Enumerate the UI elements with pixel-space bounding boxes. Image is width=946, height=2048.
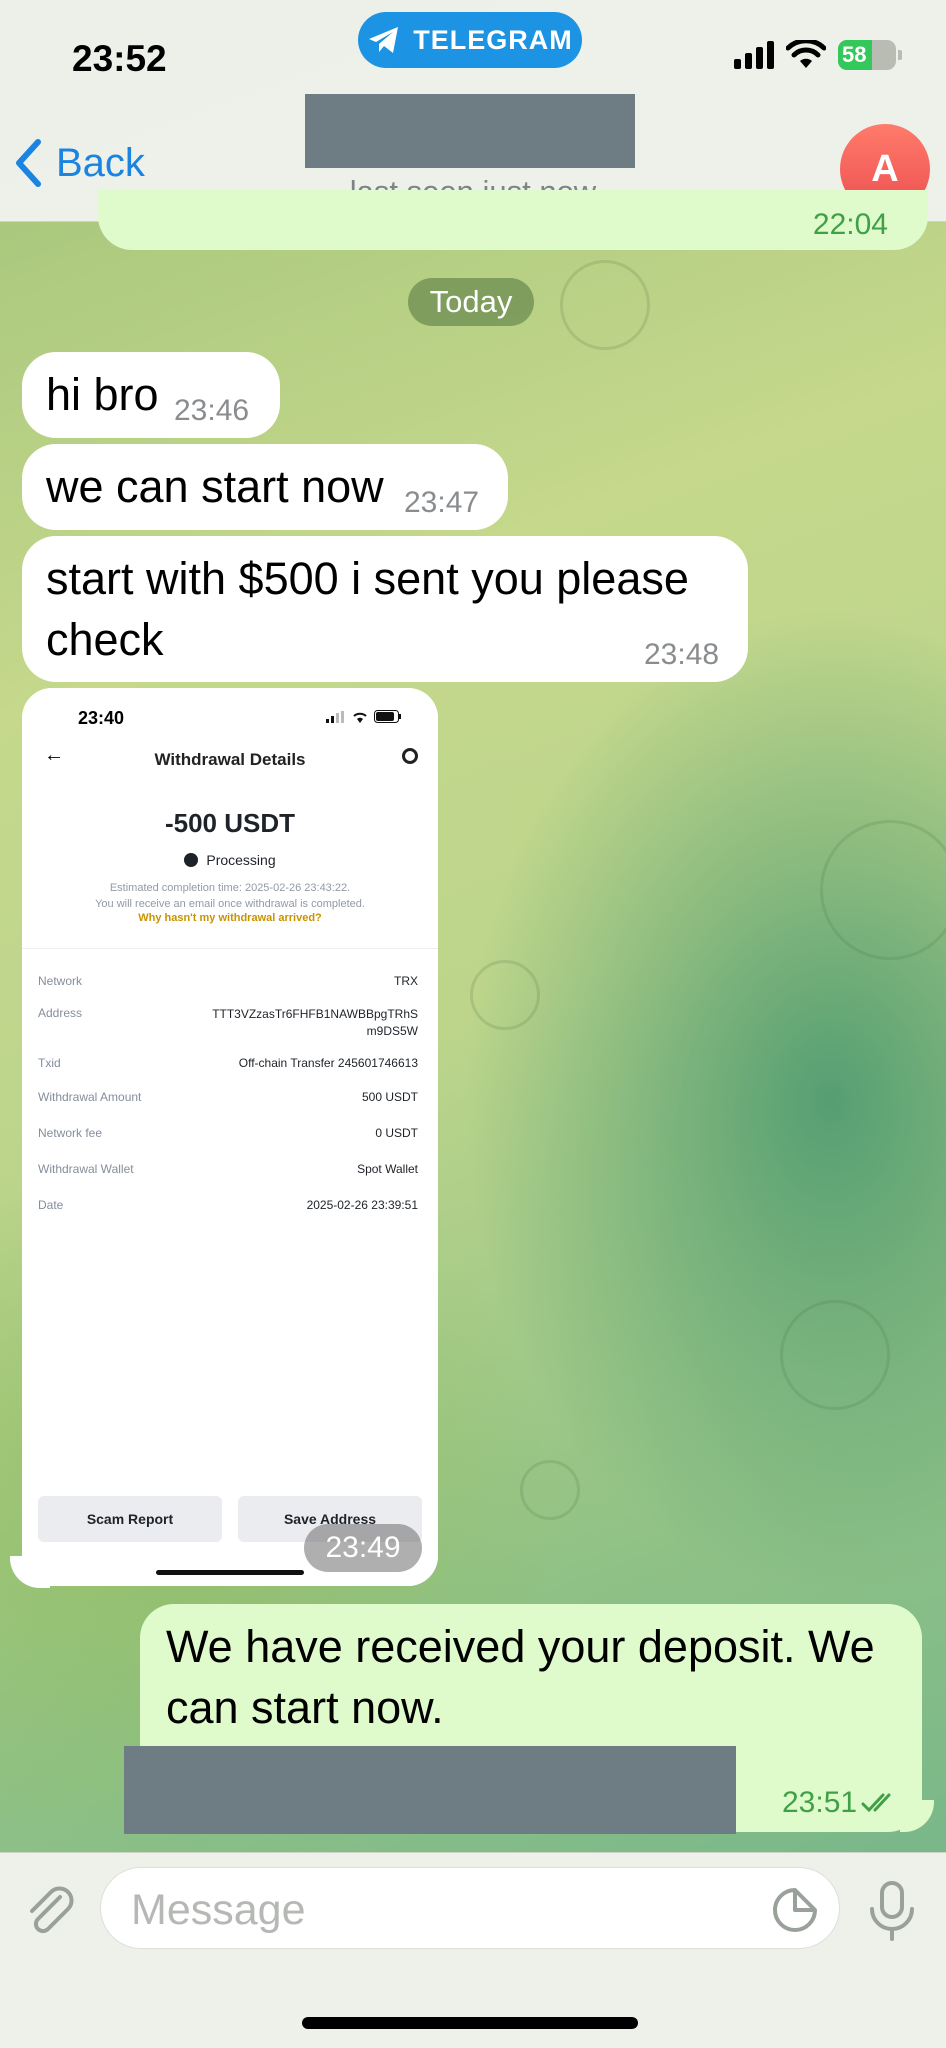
- detail-row: Txid Off-chain Transfer 245601746613: [38, 1056, 418, 1070]
- screenshot-time: 23:40: [78, 708, 125, 728]
- previous-message-time: 22:04: [812, 208, 888, 241]
- detail-key: Date: [38, 1198, 64, 1212]
- scam-report-button: Scam Report: [38, 1496, 222, 1542]
- screenshot-status-icons: [326, 710, 402, 723]
- detail-key: Withdrawal Wallet: [38, 1162, 134, 1176]
- detail-key: Withdrawal Amount: [38, 1090, 142, 1104]
- detail-key: Address: [38, 1006, 83, 1020]
- detail-row: Withdrawal Amount 500 USDT: [38, 1090, 418, 1104]
- detail-value: Spot Wallet: [357, 1162, 418, 1176]
- battery-icon: [374, 710, 401, 723]
- detail-value: TRX: [394, 974, 418, 988]
- image-message-time: 23:49: [304, 1524, 422, 1572]
- detail-value: Off-chain Transfer 245601746613: [238, 1056, 418, 1070]
- detail-value: 500 USDT: [361, 1090, 418, 1104]
- signal-icon: [734, 41, 774, 69]
- detail-key: Network fee: [38, 1126, 103, 1140]
- incoming-message[interactable]: hi bro 23:46: [22, 352, 280, 438]
- wifi-icon: [353, 712, 367, 723]
- clock-icon: [184, 853, 199, 867]
- detail-key: Network: [38, 974, 83, 988]
- microphone-icon[interactable]: [864, 1879, 920, 1943]
- detail-key: Txid: [38, 1056, 61, 1070]
- message-text: we can start now: [46, 461, 384, 512]
- message-time: 23:51: [782, 1786, 858, 1819]
- detail-value: 0 USDT: [375, 1126, 418, 1140]
- headset-icon: [402, 748, 418, 764]
- composer-bar: Message: [0, 1852, 946, 2048]
- message-time: 23:47: [404, 486, 480, 519]
- divider: [22, 948, 438, 949]
- telegram-icon: [369, 27, 399, 53]
- wifi-icon: [786, 40, 826, 68]
- detail-row: Network TRX: [38, 974, 418, 988]
- home-indicator: [302, 2017, 638, 2029]
- completion-note: Estimated completion time: 2025-02-26 23…: [22, 880, 438, 912]
- message-placeholder: Message: [131, 1886, 306, 1934]
- telegram-pill-label: TELEGRAM: [413, 24, 573, 55]
- outgoing-time: 23:51: [782, 1786, 899, 1820]
- message-time: 23:46: [174, 394, 250, 427]
- withdrawal-amount: -500 USDT: [164, 808, 296, 838]
- status-icons: 58: [734, 40, 902, 70]
- message-text: hi bro: [46, 369, 159, 420]
- status-label: Processing: [206, 852, 276, 868]
- why-link: Why hasn't my withdrawal arrived?: [138, 912, 322, 924]
- withdrawal-screenshot: 23:40 ← Withdrawal Details -500 USDT Pro…: [22, 688, 438, 1586]
- detail-row: Network fee 0 USDT: [38, 1126, 418, 1140]
- battery-level: 58: [842, 42, 867, 67]
- signal-icon: [326, 710, 344, 723]
- incoming-message[interactable]: start with $500 i sent you please check …: [22, 536, 748, 682]
- battery-icon: 58: [838, 40, 902, 70]
- incoming-image-message[interactable]: 23:40 ← Withdrawal Details -500 USDT Pro…: [22, 688, 438, 1586]
- status-time: 23:52: [72, 38, 167, 79]
- redacted-content: [124, 1746, 736, 1834]
- message-text: We have received your deposit. We can st…: [166, 1621, 875, 1733]
- redacted-contact-name[interactable]: [305, 94, 635, 168]
- detail-value: TTT3VZzasTr6FHFB1NAWBBpgTRhS m9DS5W: [212, 1007, 418, 1038]
- note-line: Estimated completion time: 2025-02-26 23…: [109, 882, 351, 894]
- home-indicator: [156, 1570, 304, 1575]
- message-text: start with $500 i sent you please check: [46, 553, 689, 665]
- double-check-icon: [861, 1793, 891, 1813]
- withdrawal-status: Processing: [22, 852, 438, 868]
- detail-value: 2025-02-26 23:39:51: [306, 1198, 418, 1212]
- telegram-pill[interactable]: TELEGRAM: [358, 12, 582, 68]
- chat-header: 23:52 TELEGRAM 58 Back last seen just no…: [0, 0, 946, 222]
- incoming-message[interactable]: we can start now 23:47: [22, 444, 508, 530]
- sticker-icon[interactable]: [771, 1886, 819, 1934]
- screenshot-title: Withdrawal Details: [154, 750, 306, 769]
- detail-row: Date 2025-02-26 23:39:51: [38, 1198, 418, 1212]
- date-separator: Today: [408, 278, 534, 326]
- previous-outgoing-bubble[interactable]: [98, 190, 928, 250]
- detail-row: Address TTT3VZzasTr6FHFB1NAWBBpgTRhS m9D…: [38, 1006, 418, 1040]
- message-time: 23:48: [644, 638, 720, 671]
- message-input[interactable]: Message: [100, 1867, 840, 1949]
- note-line: You will receive an email once withdrawa…: [95, 898, 365, 910]
- paperclip-icon[interactable]: [22, 1883, 78, 1939]
- detail-row: Withdrawal Wallet Spot Wallet: [38, 1162, 418, 1176]
